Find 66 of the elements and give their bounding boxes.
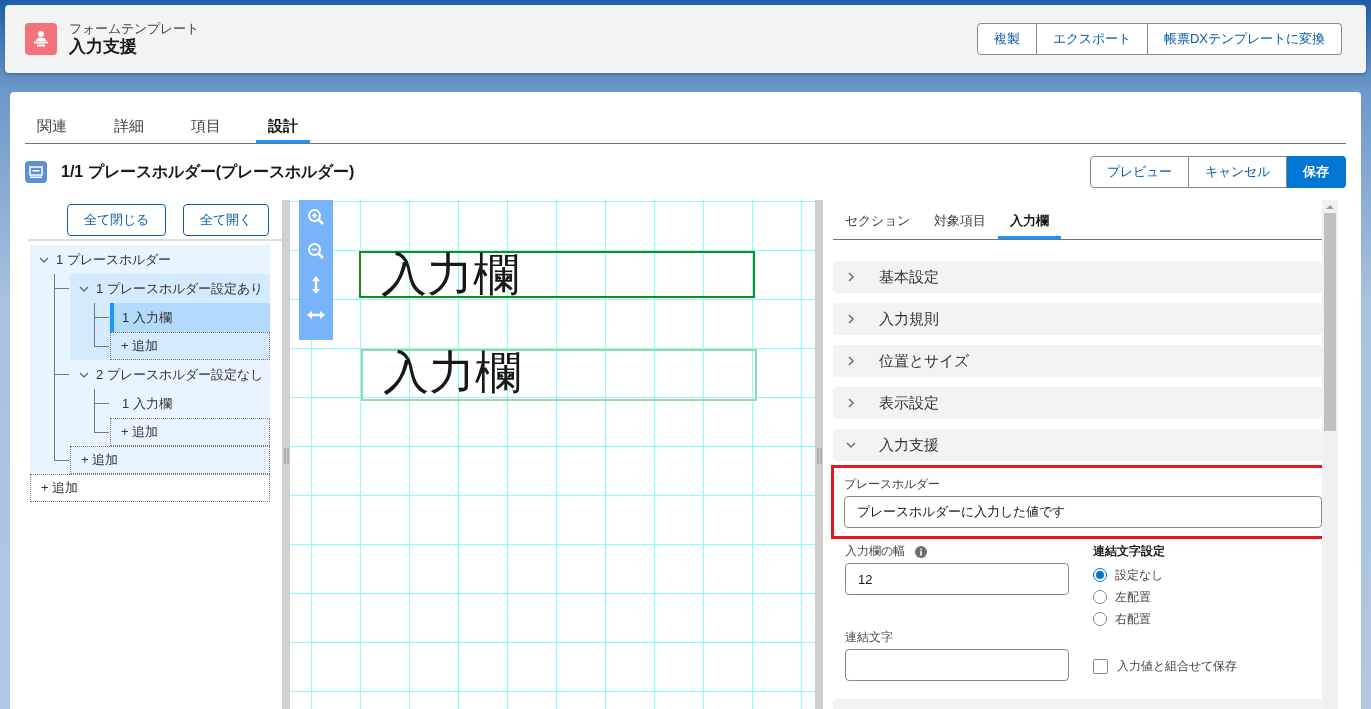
accordion-header[interactable]: 入力支援 [833, 429, 1322, 461]
header-action-button[interactable]: エクスポート [1036, 23, 1148, 55]
radio-button[interactable] [1093, 568, 1107, 582]
accordion-header[interactable]: 表示設定 [833, 387, 1322, 419]
grip-icon [283, 448, 289, 464]
save-button[interactable]: 保存 [1287, 156, 1346, 188]
tree-toggle-button[interactable]: 全て開く [183, 204, 269, 236]
radio-label: 右配置 [1115, 610, 1151, 628]
scroll-up-icon[interactable] [1326, 204, 1334, 210]
info-icon[interactable] [915, 545, 927, 558]
tab[interactable]: 設計 [256, 112, 310, 143]
tree-item[interactable]: 1 プレースホルダー設定あり [70, 274, 270, 303]
chevron-right-icon [845, 313, 857, 325]
add-item-button[interactable]: + 追加 [30, 474, 270, 502]
scrollbar[interactable] [1322, 200, 1338, 709]
chevron-right-icon [845, 355, 857, 367]
header-action-button[interactable]: 帳票DXテンプレートに変換 [1147, 23, 1342, 55]
add-item-button[interactable]: + 追加 [70, 446, 270, 474]
grip-icon [816, 448, 822, 464]
input-field[interactable]: 12 [845, 563, 1069, 595]
tab[interactable]: 対象項目 [922, 205, 998, 239]
scroll-thumb[interactable] [1324, 213, 1336, 431]
tab[interactable]: 入力欄 [998, 205, 1061, 239]
tree-item[interactable]: 2 プレースホルダー設定なし [70, 360, 270, 389]
field-label: 連結文字 [845, 629, 894, 646]
accordion-header[interactable]: 位置とサイズ [833, 345, 1322, 377]
group-label: 連結文字設定 [1093, 543, 1166, 560]
radio-label: 左配置 [1115, 588, 1151, 606]
tree-item[interactable]: 1 入力欄 [110, 303, 270, 332]
radio-button[interactable] [1093, 590, 1107, 604]
zoom-out-icon[interactable] [307, 242, 325, 260]
podium-person-icon [25, 23, 57, 55]
design-action-button[interactable]: キャンセル [1189, 156, 1287, 188]
record-title: 入力支援 [69, 37, 138, 57]
input-field[interactable]: プレースホルダーに入力した値です [844, 496, 1322, 528]
tree-toggle-button[interactable]: 全て閉じる [67, 204, 166, 236]
field-label: 入力欄の幅 [845, 543, 905, 560]
vertical-arrow-icon[interactable] [311, 276, 321, 294]
tab[interactable]: 詳細 [102, 112, 156, 143]
design-action-button[interactable]: プレビュー [1090, 156, 1189, 188]
chevron-right-icon [845, 271, 857, 283]
accordion-header[interactable]: 入力規則 [833, 303, 1322, 335]
accordion-header[interactable]: 基本設定 [833, 261, 1322, 293]
horizontal-arrow-icon[interactable] [307, 310, 325, 320]
tab[interactable]: 項目 [179, 112, 233, 143]
chevron-right-icon [845, 397, 857, 409]
canvas-field[interactable]: 入力欄 [361, 349, 757, 401]
zoom-in-icon[interactable] [307, 208, 325, 226]
design-title: 1/1 プレースホルダー(プレースホルダー) [61, 161, 356, 182]
object-type-label: フォームテンプレート [69, 21, 200, 37]
tab[interactable]: 関連 [25, 112, 79, 143]
radio-button[interactable] [1093, 612, 1107, 626]
input-field[interactable] [845, 649, 1069, 681]
tab[interactable]: セクション [833, 205, 922, 239]
checkbox[interactable] [1093, 659, 1108, 674]
checkbox-label: 入力値と組合せて保存 [1117, 658, 1237, 675]
chevron-down-icon [845, 439, 857, 451]
canvas-field[interactable]: 入力欄 [359, 251, 755, 298]
tree-item[interactable]: 1 入力欄 [110, 389, 270, 418]
form-icon [25, 161, 47, 183]
add-item-button[interactable]: + 追加 [110, 418, 270, 446]
field-label: プレースホルダー [844, 476, 941, 493]
tree-item[interactable]: 1 プレースホルダー [30, 245, 270, 274]
header-action-button[interactable]: 複製 [976, 23, 1037, 55]
radio-label: 設定なし [1115, 566, 1163, 584]
add-item-button[interactable]: + 追加 [110, 332, 270, 360]
